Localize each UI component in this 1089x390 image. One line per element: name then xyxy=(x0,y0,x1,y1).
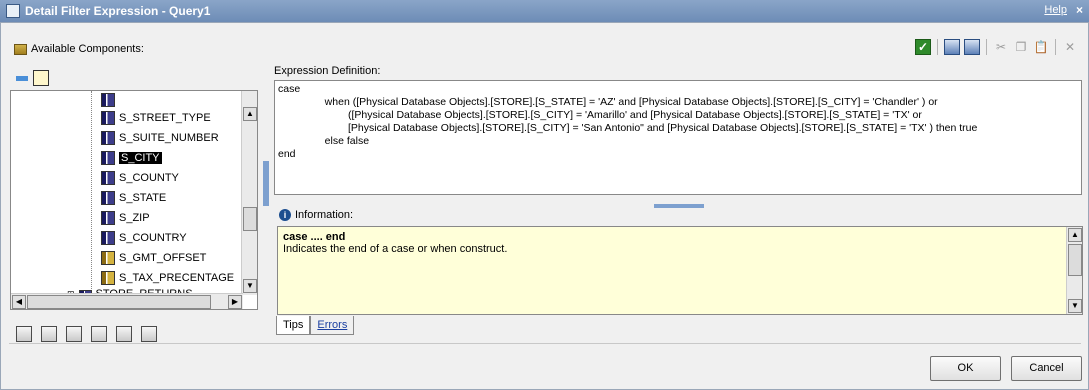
tab-errors[interactable]: Errors xyxy=(310,316,355,335)
table-icon[interactable] xyxy=(66,326,82,342)
scroll-up-icon[interactable]: ▲ xyxy=(1068,228,1082,242)
components-icon xyxy=(14,43,27,55)
copy-data-icon[interactable] xyxy=(116,326,132,342)
cancel-button[interactable]: Cancel xyxy=(1011,356,1082,381)
information-heading: i Information: xyxy=(279,209,353,221)
tree-horizontal-scrollbar[interactable]: ◀ ▶ xyxy=(11,293,243,309)
tab-tips[interactable]: Tips xyxy=(276,316,311,335)
tree-item-label: S_COUNTRY xyxy=(119,232,187,244)
close-icon[interactable]: × xyxy=(1076,3,1083,17)
scroll-thumb[interactable] xyxy=(1068,244,1082,276)
tree-item[interactable]: S_ZIP xyxy=(101,209,150,227)
measure-icon xyxy=(101,271,115,285)
tree-item-label: S_STATE xyxy=(119,192,167,204)
scroll-down-icon[interactable]: ▼ xyxy=(243,279,257,293)
tree-item-label: S_COUNTY xyxy=(119,172,179,184)
grid-alt-icon[interactable] xyxy=(964,39,980,55)
column-icon xyxy=(101,211,115,225)
column-icon xyxy=(101,131,115,145)
info-keyword: case .... end xyxy=(283,231,346,243)
tree-guide-line xyxy=(91,91,92,291)
tree-view-icon[interactable] xyxy=(33,70,49,86)
column-icon xyxy=(101,111,115,125)
hierarchy-icon[interactable] xyxy=(16,326,32,342)
filter-icon xyxy=(6,4,20,18)
ok-button[interactable]: OK xyxy=(930,356,1001,381)
scroll-thumb[interactable] xyxy=(27,295,211,309)
parameter-icon[interactable] xyxy=(141,326,157,342)
components-tree[interactable]: S_STREET_TYPE S_SUITE_NUMBER S_CITY S_CO… xyxy=(10,90,258,310)
scroll-thumb[interactable] xyxy=(243,207,257,231)
grid-icon[interactable] xyxy=(944,39,960,55)
tree-item[interactable]: S_CITY xyxy=(101,149,162,167)
expression-editor[interactable]: case when ([Physical Database Objects].[… xyxy=(274,80,1082,195)
editor-toolbar: ✓ ✂ ❐ 📋 ✕ xyxy=(915,39,1078,55)
tree-item[interactable] xyxy=(101,91,119,109)
view-tabs xyxy=(16,70,49,86)
tree-item[interactable]: S_SUITE_NUMBER xyxy=(101,129,219,147)
tree-item[interactable]: S_STATE xyxy=(101,189,166,207)
info-scrollbar[interactable]: ▲ ▼ xyxy=(1066,227,1082,314)
window-title: Detail Filter Expression - Query1 xyxy=(25,4,211,18)
delete-icon[interactable]: ✕ xyxy=(1062,39,1078,55)
column-icon[interactable] xyxy=(41,326,57,342)
scroll-left-icon[interactable]: ◀ xyxy=(12,295,26,309)
expression-line: when ([Physical Database Objects].[STORE… xyxy=(278,96,938,108)
tree-item[interactable]: S_COUNTRY xyxy=(101,229,187,247)
vertical-splitter[interactable] xyxy=(263,161,269,206)
tree-item[interactable]: S_GMT_OFFSET xyxy=(101,249,206,267)
tree-item-label: S_TAX_PRECENTAGE xyxy=(119,272,235,284)
column-icon xyxy=(101,191,115,205)
info-icon: i xyxy=(279,209,291,221)
component-type-tabs xyxy=(16,326,157,342)
cut-icon[interactable]: ✂ xyxy=(993,39,1009,55)
expression-line: [Physical Database Objects].[STORE].[S_C… xyxy=(278,122,978,134)
toolbar-separator xyxy=(986,39,987,55)
copy-icon[interactable]: ❐ xyxy=(1013,39,1029,55)
scroll-up-icon[interactable]: ▲ xyxy=(243,107,257,121)
footer-divider xyxy=(9,343,1081,344)
tree-item-label: S_SUITE_NUMBER xyxy=(119,132,219,144)
paste-icon[interactable]: 📋 xyxy=(1033,39,1049,55)
information-panel: case .... end Indicates the end of a cas… xyxy=(277,226,1083,315)
tree-item-label: S_STREET_TYPE xyxy=(119,112,211,124)
expression-line: case xyxy=(278,83,301,95)
tree-item-label: S_ZIP xyxy=(119,212,150,224)
expression-line: else false xyxy=(278,135,370,147)
help-link[interactable]: Help xyxy=(1044,4,1067,16)
toolbar-separator xyxy=(1055,39,1056,55)
measure-icon xyxy=(101,251,115,265)
tree-item-label: S_GMT_OFFSET xyxy=(119,252,207,264)
validate-icon[interactable]: ✓ xyxy=(915,39,931,55)
list-view-icon[interactable] xyxy=(16,76,28,81)
column-icon xyxy=(101,151,115,165)
information-label: Information: xyxy=(295,209,354,221)
dialog-body: Available Components: ✓ ✂ ❐ 📋 ✕ S_STREET… xyxy=(0,22,1089,390)
scroll-right-icon[interactable]: ▶ xyxy=(228,295,242,309)
tree-item[interactable]: S_STREET_TYPE xyxy=(101,109,211,127)
function-icon[interactable] xyxy=(91,326,107,342)
column-icon xyxy=(101,93,115,107)
expression-line: ([Physical Database Objects].[STORE].[S_… xyxy=(278,109,922,121)
info-tabs: Tips Errors xyxy=(276,316,355,335)
expression-definition-label: Expression Definition: xyxy=(274,65,381,77)
tree-item-label: S_CITY xyxy=(119,152,162,164)
horizontal-splitter[interactable] xyxy=(654,204,704,208)
info-description: Indicates the end of a case or when cons… xyxy=(283,243,508,255)
available-components-heading: Available Components: xyxy=(14,43,144,55)
expression-line: end xyxy=(278,148,296,160)
tree-item[interactable]: S_COUNTY xyxy=(101,169,179,187)
column-icon xyxy=(101,231,115,245)
scroll-down-icon[interactable]: ▼ xyxy=(1068,299,1082,313)
available-components-label: Available Components: xyxy=(31,43,144,55)
toolbar-separator xyxy=(937,39,938,55)
tree-vertical-scrollbar[interactable]: ▲ ▼ xyxy=(241,91,257,295)
title-bar: Detail Filter Expression - Query1 Help × xyxy=(0,0,1089,22)
column-icon xyxy=(101,171,115,185)
